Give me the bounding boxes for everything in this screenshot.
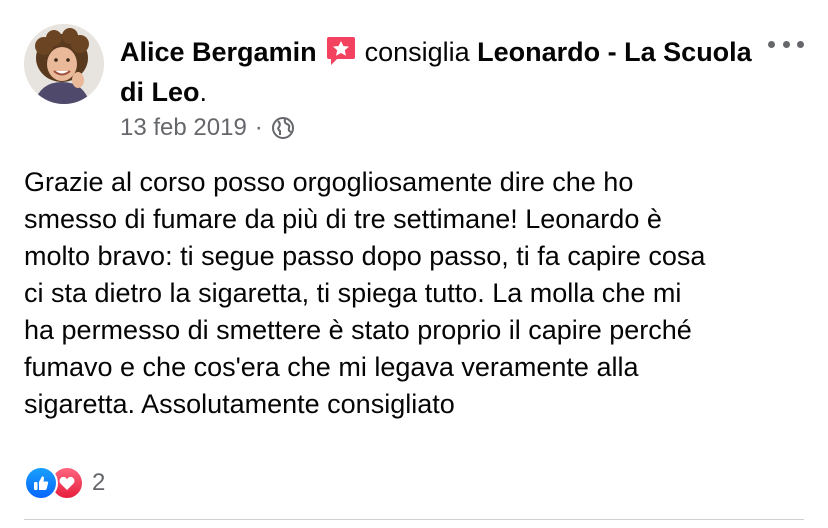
reaction-count: 2 xyxy=(92,469,106,496)
more-dot xyxy=(768,40,775,48)
like-icon xyxy=(24,466,58,500)
recommendation-star-icon xyxy=(323,33,357,67)
page-suffix: . xyxy=(199,77,208,107)
divider xyxy=(24,519,804,520)
avatar-image xyxy=(24,24,104,104)
author-name[interactable]: Alice Bergamin xyxy=(120,37,317,67)
more-options-icon[interactable] xyxy=(768,34,804,54)
meta-separator: · xyxy=(254,114,263,141)
post-meta: 13 feb 2019 · xyxy=(120,114,295,142)
reactions-summary[interactable]: 2 xyxy=(24,466,105,500)
author-avatar[interactable] xyxy=(24,24,104,104)
more-dot xyxy=(797,40,804,48)
post-header: Alice Bergamin consiglia Leonardo - La Sc… xyxy=(120,32,760,112)
recommends-text: consiglia xyxy=(364,37,470,67)
globe-icon[interactable] xyxy=(271,116,295,140)
post-date[interactable]: 13 feb 2019 xyxy=(120,114,247,142)
post-body: Grazie al corso posso orgogliosamente di… xyxy=(24,167,706,419)
more-dot xyxy=(782,40,790,48)
